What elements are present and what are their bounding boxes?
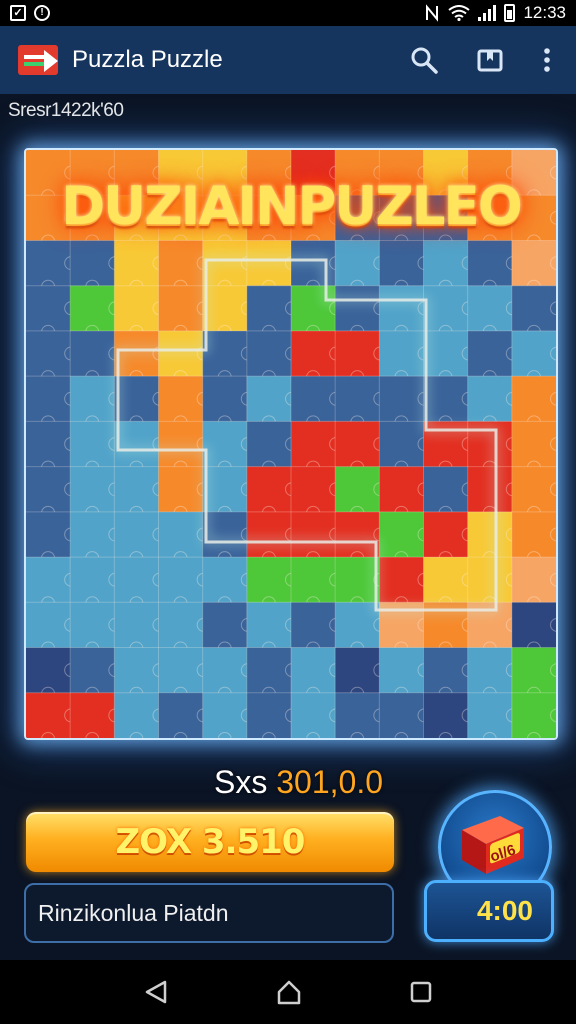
nav-bar xyxy=(0,960,576,1024)
info-circle-icon: ! xyxy=(34,5,50,21)
battery-icon xyxy=(504,4,516,22)
status-left: ✓ ! xyxy=(10,5,50,21)
app-bar-actions xyxy=(410,46,552,74)
board-title: DUZIAINPUZLEO xyxy=(61,176,523,237)
home-icon[interactable] xyxy=(275,978,303,1006)
search-icon[interactable] xyxy=(410,46,438,74)
more-vert-icon[interactable] xyxy=(542,46,552,74)
status-time: 12:33 xyxy=(523,3,566,22)
score-sxs: Sxs 301,0.0 xyxy=(214,764,383,801)
status-right: 12:33 xyxy=(424,3,566,23)
nfc-icon xyxy=(426,4,439,22)
player-name-text: Rinzikonlua Piatdn xyxy=(38,899,229,926)
timer-button[interactable]: 4:00 xyxy=(424,880,554,942)
score-sxs-label: Sxs xyxy=(214,764,268,800)
signal-icon xyxy=(478,5,497,21)
main-action-button[interactable]: ZOX 3.510 xyxy=(26,812,394,872)
crate-icon: ol/6 xyxy=(462,816,524,874)
score-readout: Sresr1422k'60 xyxy=(8,100,124,121)
score-sxs-value: 301,0.0 xyxy=(276,764,383,800)
recents-icon[interactable] xyxy=(409,980,433,1004)
app-bar: Puzzla Puzzle xyxy=(0,26,576,94)
app-logo-icon xyxy=(18,41,62,79)
back-icon[interactable] xyxy=(143,979,169,1005)
puzzle-pieces[interactable] xyxy=(26,150,556,738)
status-bar: ✓ ! 12:33 xyxy=(0,0,576,26)
puzzle-board[interactable]: DUZIAINPUZLEO xyxy=(24,148,558,740)
player-name-field[interactable]: Rinzikonlua Piatdn xyxy=(24,883,394,943)
wifi-icon xyxy=(448,5,471,21)
bookmark-icon[interactable] xyxy=(476,46,504,74)
board-tint xyxy=(26,150,556,738)
checkbox-icon: ✓ xyxy=(10,5,26,21)
app-title: Puzzla Puzzle xyxy=(72,46,223,73)
